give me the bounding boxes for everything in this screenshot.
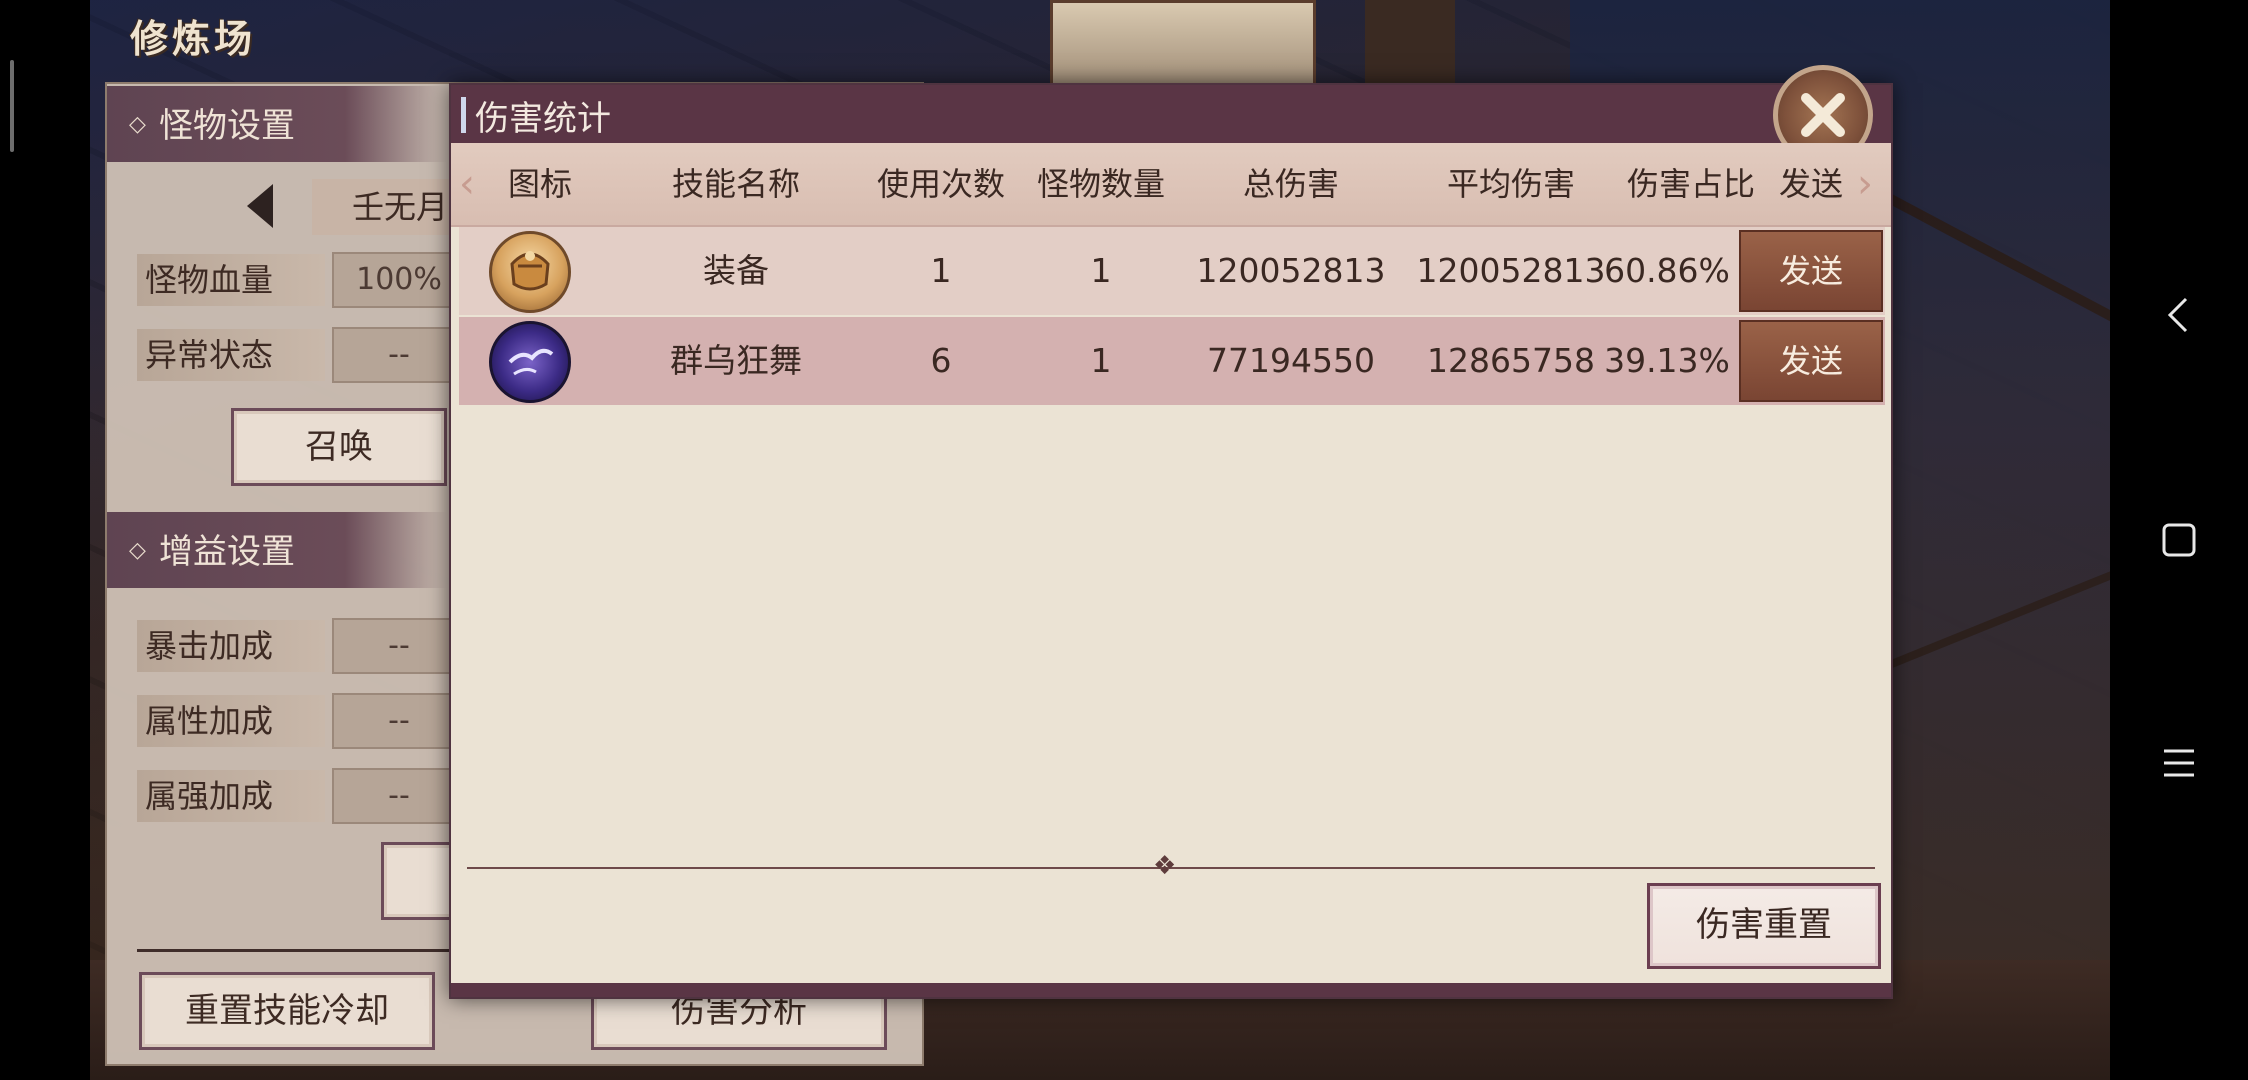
buff-settings-header: ◇ 增益设置	[107, 512, 447, 588]
column-header-avg-damage: 平均伤害	[1446, 165, 1575, 203]
title-accent	[461, 97, 466, 133]
column-header-skill-name: 技能名称	[671, 165, 800, 203]
total-damage: 77194550	[1207, 341, 1375, 380]
recents-button[interactable]	[2144, 728, 2214, 798]
ornament-icon: ❖	[1153, 851, 1177, 881]
armor-helmet-icon	[489, 231, 571, 313]
damage-share: 60.86%	[1604, 251, 1730, 290]
summon-button[interactable]: 召唤	[231, 408, 447, 486]
element-bonus-value[interactable]: --	[332, 768, 466, 824]
column-header-uses: 使用次数	[876, 165, 1005, 203]
prev-monster-arrow-icon[interactable]	[247, 184, 273, 228]
dialog-title: 伤害统计	[475, 99, 611, 139]
total-damage: 120052813	[1196, 251, 1386, 290]
column-header-icon: 图标	[507, 165, 572, 203]
section-title: 增益设置	[159, 532, 295, 572]
abnormal-status-label: 异常状态	[137, 329, 325, 381]
skill-name: 装备	[703, 251, 769, 290]
table-row: 装备 1 1 120052813 120052813 60.86% 发送	[459, 227, 1885, 315]
crit-bonus-label: 暴击加成	[137, 620, 325, 672]
diamond-icon: ◇	[129, 112, 146, 137]
system-nav-bar	[2110, 0, 2248, 1080]
use-count: 1	[930, 251, 952, 290]
background-tower	[1050, 0, 1316, 96]
table-header: ‹ › 图标 技能名称 使用次数 怪物数量 总伤害 平均伤害 伤害占比 发送	[451, 143, 1891, 227]
skill-name: 群乌狂舞	[670, 341, 802, 380]
damage-reset-button[interactable]: 伤害重置	[1647, 883, 1881, 969]
monster-settings-header: ◇ 怪物设置	[107, 86, 447, 162]
element-bonus-label: 属强加成	[137, 770, 325, 822]
table-row: 群乌狂舞 6 1 77194550 12865758 39.13% 发送	[459, 317, 1885, 405]
average-damage: 120052813	[1416, 251, 1606, 290]
column-header-damage-share: 伤害占比	[1626, 165, 1755, 203]
back-button[interactable]	[2144, 280, 2214, 350]
attribute-bonus-value[interactable]: --	[332, 693, 466, 749]
reset-cooldown-button[interactable]: 重置技能冷却	[139, 972, 435, 1050]
section-title: 怪物设置	[159, 106, 295, 146]
abnormal-status-value[interactable]: --	[332, 327, 466, 383]
diamond-icon: ◇	[129, 538, 146, 563]
back-chevron-icon	[2167, 297, 2188, 333]
column-header-total-damage: 总伤害	[1242, 165, 1339, 203]
send-button[interactable]: 发送	[1739, 320, 1883, 402]
monster-count: 1	[1090, 341, 1112, 380]
side-handle[interactable]	[10, 60, 14, 152]
column-header-send: 发送	[1778, 165, 1843, 203]
menu-lines-icon	[2164, 749, 2194, 777]
average-damage: 12865758	[1427, 341, 1595, 380]
home-button[interactable]	[2144, 505, 2214, 575]
monster-count: 1	[1090, 251, 1112, 290]
attribute-bonus-label: 属性加成	[137, 695, 325, 747]
crow-dance-icon	[489, 321, 571, 403]
armor-helmet-glyph	[510, 251, 550, 291]
monster-hp-value[interactable]: 100%	[332, 252, 466, 308]
use-count: 6	[930, 341, 952, 380]
home-square-icon	[2162, 523, 2196, 557]
damage-share: 39.13%	[1604, 341, 1730, 380]
monster-hp-label: 怪物血量	[137, 254, 325, 306]
send-button[interactable]: 发送	[1739, 230, 1883, 312]
scene-title: 修炼场	[130, 16, 257, 61]
left-edge-bar	[0, 0, 90, 1080]
column-header-monster-count: 怪物数量	[1036, 165, 1165, 203]
dialog-footer-bar	[451, 983, 1891, 997]
crit-bonus-value[interactable]: --	[332, 618, 466, 674]
dialog-header: 伤害统计	[451, 85, 1891, 143]
damage-stats-dialog: 伤害统计 ‹ › 图标 技能名称 使用次数 怪物数量 总伤害 平均伤害 伤害占比…	[449, 65, 1893, 999]
close-icon	[1801, 93, 1845, 137]
crow-glyph	[508, 348, 554, 376]
